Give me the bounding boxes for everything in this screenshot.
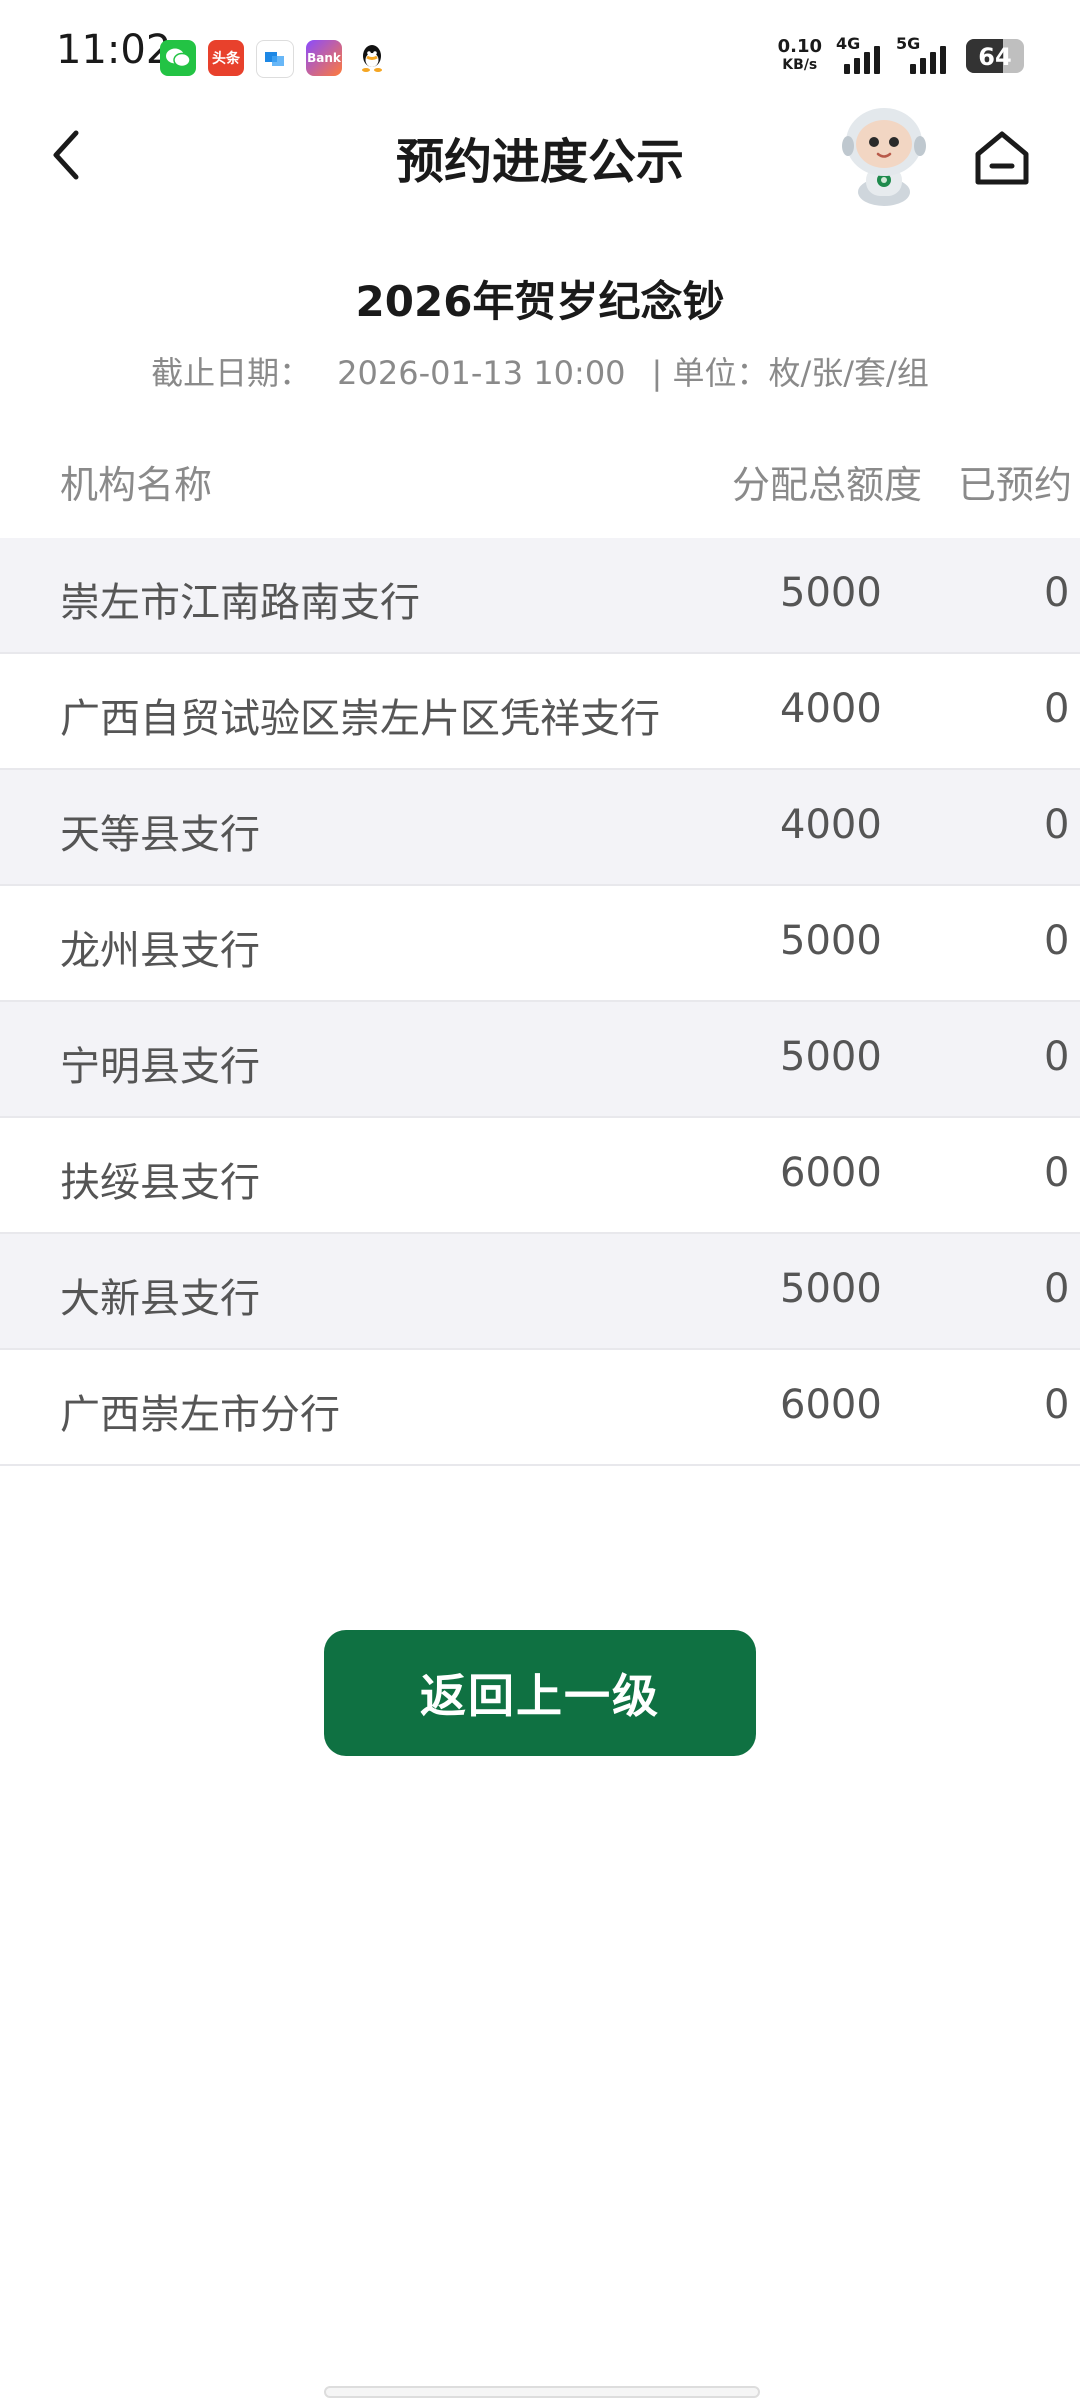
- cell-institution-name: 广西自贸试验区崇左片区凭祥支行: [60, 696, 660, 742]
- cell-reserved: 0: [1044, 570, 1070, 616]
- wechat-icon: [160, 40, 196, 76]
- cell-total-quota: 6000: [780, 1150, 882, 1196]
- cell-institution-name: 崇左市江南路南支行: [60, 580, 420, 626]
- cell-reserved: 0: [1044, 1382, 1070, 1428]
- cell-institution-name: 广西崇左市分行: [60, 1392, 340, 1438]
- reservation-table: 机构名称 分配总额度 已预约 崇左市江南路南支行 5000 0 广西自贸试验区崇…: [0, 420, 1080, 1466]
- network-speed-unit: KB/s: [782, 57, 818, 73]
- table-row: 宁明县支行 5000 0: [0, 1002, 1080, 1118]
- system-indicators: 0.10 KB/s 4G 5G 64: [778, 34, 1024, 74]
- cell-total-quota: 4000: [780, 802, 882, 848]
- commemorative-note-title: 2026年贺岁纪念钞: [355, 277, 725, 326]
- signal-4g-icon: 4G: [836, 34, 882, 74]
- table-header: 机构名称 分配总额度 已预约: [0, 420, 1080, 538]
- table-row: 大新县支行 5000 0: [0, 1234, 1080, 1350]
- table-row: 天等县支行 4000 0: [0, 770, 1080, 886]
- cell-total-quota: 4000: [780, 686, 882, 732]
- cell-reserved: 0: [1044, 918, 1070, 964]
- toutiao-icon: 头条: [208, 40, 244, 76]
- cell-institution-name: 扶绥县支行: [60, 1160, 260, 1206]
- bank-app-icon: Bank: [306, 40, 342, 76]
- signal-4g-label: 4G: [836, 34, 861, 53]
- cell-reserved: 0: [1044, 1034, 1070, 1080]
- battery-level: 64: [978, 43, 1012, 71]
- cell-reserved: 0: [1044, 802, 1070, 848]
- robot-mascot-icon[interactable]: [836, 104, 932, 208]
- table-row: 广西崇左市分行 6000 0: [0, 1350, 1080, 1466]
- cell-total-quota: 6000: [780, 1382, 882, 1428]
- cell-total-quota: 5000: [780, 1266, 882, 1312]
- table-row: 龙州县支行 5000 0: [0, 886, 1080, 1002]
- network-speed-value: 0.10: [777, 36, 822, 57]
- cell-reserved: 0: [1044, 1266, 1070, 1312]
- status-time: 11:02: [56, 27, 172, 73]
- signal-5g-label: 5G: [896, 34, 921, 53]
- cell-institution-name: 大新县支行: [60, 1276, 260, 1322]
- app-header: 预约进度公示: [0, 100, 1080, 212]
- signal-5g-icon: 5G: [896, 34, 952, 74]
- network-speed: 0.10 KB/s: [778, 38, 822, 74]
- cell-institution-name: 宁明县支行: [60, 1044, 260, 1090]
- deadline-info: 截止日期： 2026-01-13 10:00 | 单位：枚/张/套/组: [0, 348, 1080, 394]
- cell-reserved: 0: [1044, 686, 1070, 732]
- home-indicator-bar[interactable]: [324, 2386, 760, 2398]
- header-total-quota: 分配总额度: [732, 463, 923, 507]
- deadline-label: 截止日期：: [151, 354, 312, 392]
- cell-total-quota: 5000: [780, 1034, 882, 1080]
- table-row: 扶绥县支行 6000 0: [0, 1118, 1080, 1234]
- table-row: 广西自贸试验区崇左片区凭祥支行 4000 0: [0, 654, 1080, 770]
- home-icon: [975, 131, 1029, 185]
- cell-institution-name: 龙州县支行: [60, 928, 260, 974]
- cell-total-quota: 5000: [780, 570, 882, 616]
- header-reserved: 已预约: [958, 463, 1073, 507]
- header-institution-name: 机构名称: [60, 463, 213, 507]
- home-button[interactable]: [966, 122, 1038, 194]
- app-icon: [256, 40, 294, 78]
- unit-info: | 单位：枚/张/套/组: [651, 354, 929, 392]
- table-row: 崇左市江南路南支行 5000 0: [0, 538, 1080, 654]
- qq-icon: [354, 40, 390, 76]
- notification-icons: 头条 Bank: [160, 40, 390, 78]
- cell-institution-name: 天等县支行: [60, 812, 260, 858]
- cell-reserved: 0: [1044, 1150, 1070, 1196]
- cell-total-quota: 5000: [780, 918, 882, 964]
- back-to-previous-level-button[interactable]: 返回上一级: [324, 1630, 756, 1756]
- battery-icon: 64: [966, 39, 1024, 73]
- deadline-value: 2026-01-13 10:00: [337, 354, 626, 392]
